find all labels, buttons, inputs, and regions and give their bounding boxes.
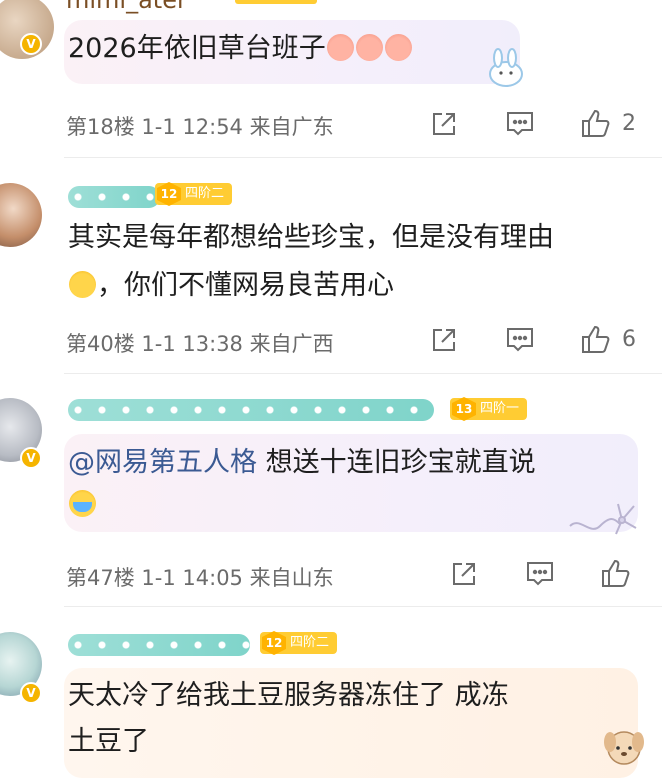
comment-text: @网易第五人格 想送十连旧珍宝就直说 [68, 440, 536, 486]
floor-number: 第40楼 [66, 332, 135, 356]
like-icon[interactable] [580, 108, 612, 138]
emoji-icon [384, 34, 412, 61]
comment-text-content: 2026年依旧草台班子 [68, 33, 326, 64]
floor-number: 第47楼 [66, 566, 135, 590]
emoji-icon [69, 490, 96, 517]
comment-text-content: ，你们不懂网易良苦用心 [97, 270, 394, 301]
level-badge-icon [235, 0, 317, 4]
username[interactable]: mimi_ater [66, 0, 187, 14]
avatar[interactable] [0, 183, 42, 247]
like-icon[interactable] [580, 324, 612, 354]
location: 来自广东 [249, 115, 334, 139]
timestamp: 1-1 12:54 [141, 115, 243, 139]
divider [64, 606, 662, 607]
divider [64, 373, 662, 374]
location: 来自山东 [249, 566, 334, 590]
like-icon[interactable] [600, 558, 632, 588]
verified-badge-icon: V [20, 682, 42, 704]
comment-icon[interactable] [505, 326, 535, 354]
share-icon[interactable] [430, 326, 458, 354]
comment-meta: 第40楼 1-1 13:38 来自广西 [66, 328, 334, 358]
comment-text: 土豆了 [68, 726, 149, 757]
comment-icon[interactable] [525, 560, 555, 588]
level-badge-icon: 12 四阶二 [155, 182, 233, 206]
dog-decoration-icon [596, 724, 652, 769]
bow-decoration-icon [566, 498, 650, 538]
comment-text [68, 482, 97, 528]
bunny-decoration-icon [482, 48, 530, 88]
verified-badge-icon: V [20, 447, 42, 469]
emoji-icon [69, 271, 96, 298]
floor-number: 第18楼 [66, 115, 135, 139]
like-count: 2 [622, 111, 636, 136]
divider [64, 157, 662, 158]
verified-badge-icon: V [20, 33, 42, 55]
share-icon[interactable] [450, 560, 478, 588]
comment-meta: 第18楼 1-1 12:54 来自广东 [66, 111, 334, 141]
like-count: 6 [622, 327, 636, 352]
mention-link[interactable]: @网易第五人格 [68, 447, 257, 478]
level-number: 12 [262, 631, 286, 655]
emoji-icon [355, 34, 383, 61]
comment-text: ，你们不懂网易良苦用心 [68, 263, 394, 309]
comment-text: 2026年依旧草台班子 [68, 26, 413, 72]
level-badge-icon: 12 四阶二 [260, 631, 338, 655]
username-masked[interactable] [68, 186, 160, 208]
emoji-icon [326, 34, 354, 61]
comment-text: 天太冷了给我土豆服务器冻住了 成冻 [68, 680, 509, 711]
level-badge-icon: 13 四阶一 [450, 397, 528, 421]
level-number: 13 [452, 397, 476, 421]
comment-text-content: 想送十连旧珍宝就直说 [257, 447, 536, 478]
username-masked[interactable] [68, 634, 250, 656]
username-masked[interactable] [68, 399, 434, 421]
location: 来自广西 [249, 332, 334, 356]
comment-meta: 第47楼 1-1 14:05 来自山东 [66, 562, 334, 592]
comment-text: 其实是每年都想给些珍宝，但是没有理由 [68, 222, 554, 253]
level-label: 四阶二 [185, 186, 225, 201]
level-label: 四阶一 [480, 401, 520, 416]
level-label: 四阶二 [290, 635, 330, 650]
share-icon[interactable] [430, 110, 458, 138]
level-number: 12 [157, 182, 181, 206]
timestamp: 1-1 13:38 [141, 332, 243, 356]
comment-icon[interactable] [505, 110, 535, 138]
timestamp: 1-1 14:05 [141, 566, 243, 590]
